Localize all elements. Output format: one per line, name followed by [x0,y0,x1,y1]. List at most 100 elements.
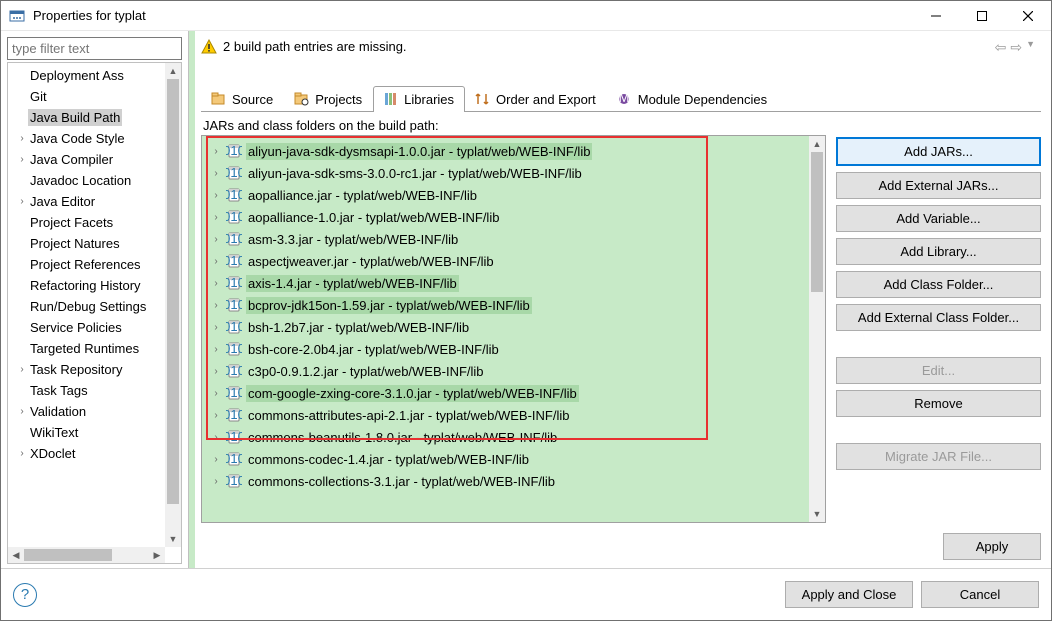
tab-libraries[interactable]: Libraries [373,86,465,112]
jar-item[interactable]: ›010com-google-zxing-core-3.1.0.jar - ty… [204,382,809,404]
maximize-button[interactable] [959,1,1005,31]
tree-item[interactable]: Targeted Runtimes [8,338,165,359]
jar-item[interactable]: ›010bsh-1.2b7.jar - typlat/web/WEB-INF/l… [204,316,809,338]
cancel-button[interactable]: Cancel [921,581,1039,608]
add-class-folder-button[interactable]: Add Class Folder... [836,271,1041,298]
tree-item-label: Project References [28,256,143,273]
nav-dropdown-icon[interactable]: ▼ [1026,39,1035,56]
add-jars-button[interactable]: Add JARs... [836,137,1041,166]
close-button[interactable] [1005,1,1051,31]
svg-text:010: 010 [226,297,242,312]
jar-item[interactable]: ›010commons-codec-1.4.jar - typlat/web/W… [204,448,809,470]
category-tree[interactable]: Deployment AssGitJava Build Path›Java Co… [7,62,182,564]
jar-item[interactable]: ›010commons-collections-3.1.jar - typlat… [204,470,809,492]
expand-icon[interactable]: › [210,168,222,179]
expand-icon[interactable]: › [16,364,28,375]
tree-item[interactable]: Java Build Path [8,107,165,128]
expand-icon[interactable]: › [210,388,222,399]
expand-icon[interactable]: › [210,146,222,157]
expand-icon[interactable]: › [210,432,222,443]
help-icon[interactable]: ? [13,583,37,607]
apply-row: Apply [201,523,1041,560]
tree-item[interactable]: ›Java Compiler [8,149,165,170]
expand-icon[interactable]: › [210,256,222,267]
remove-button[interactable]: Remove [836,390,1041,417]
sidebar-vscrollbar[interactable]: ▲ ▼ [165,63,181,547]
expand-icon[interactable]: › [210,300,222,311]
jar-item[interactable]: ›010asm-3.3.jar - typlat/web/WEB-INF/lib [204,228,809,250]
jar-icon: 010 [226,363,242,379]
jar-item[interactable]: ›010aopalliance.jar - typlat/web/WEB-INF… [204,184,809,206]
jar-list[interactable]: › 010 aliyun-java-sdk-dysmsapi-1.0.0.jar -… [202,136,825,522]
jar-item[interactable]: ›010aopalliance-1.0.jar - typlat/web/WEB… [204,206,809,228]
jar-item[interactable]: ›010aliyun-java-sdk-dysmsapi-1.0.0.jar -… [204,140,809,162]
jar-item[interactable]: ›010aspectjweaver.jar - typlat/web/WEB-I… [204,250,809,272]
nav-back-icon[interactable]: ⇦ [995,39,1007,56]
expand-icon[interactable]: › [16,154,28,165]
jar-item[interactable]: ›010commons-attributes-api-2.1.jar - typ… [204,404,809,426]
expand-icon[interactable]: › [16,196,28,207]
expand-icon[interactable]: › [210,344,222,355]
jar-item[interactable]: ›010axis-1.4.jar - typlat/web/WEB-INF/li… [204,272,809,294]
tree-item[interactable]: Javadoc Location [8,170,165,191]
tree-item[interactable]: Git [8,86,165,107]
expand-icon[interactable]: › [210,322,222,333]
tree-item[interactable]: ›XDoclet [8,443,165,464]
scroll-up-icon[interactable]: ▲ [165,63,181,79]
tree-item[interactable]: ›Validation [8,401,165,422]
list-vscrollbar[interactable]: ▲ ▼ [809,136,825,522]
tree-item[interactable]: Deployment Ass [8,65,165,86]
main-panel: 2 build path entries are missing. ⇦ ⇨ ▼ … [195,31,1051,568]
scroll-down-icon[interactable]: ▼ [165,531,181,547]
jar-item[interactable]: ›010c3p0-0.9.1.2.jar - typlat/web/WEB-IN… [204,360,809,382]
expand-icon[interactable]: › [210,190,222,201]
jar-item[interactable]: ›010aliyun-java-sdk-sms-3.0.0-rc1.jar - … [204,162,809,184]
scroll-up-icon[interactable]: ▲ [809,136,825,152]
expand-icon[interactable]: › [210,410,222,421]
scroll-down-icon[interactable]: ▼ [809,506,825,522]
jar-item[interactable]: ›010bsh-core-2.0b4.jar - typlat/web/WEB-… [204,338,809,360]
tree-item[interactable]: ›Task Repository [8,359,165,380]
tree-item[interactable]: ›Java Code Style [8,128,165,149]
tree-item-label: WikiText [28,424,80,441]
tab-projects[interactable]: Projects [284,86,373,112]
filter-input[interactable] [7,37,182,60]
expand-icon[interactable]: › [16,133,28,144]
tree-item[interactable]: Service Policies [8,317,165,338]
tree-item[interactable]: Refactoring History [8,275,165,296]
expand-icon[interactable]: › [210,476,222,487]
tree-item[interactable]: Project References [8,254,165,275]
minimize-button[interactable] [913,1,959,31]
apply-and-close-button[interactable]: Apply and Close [785,581,913,608]
jar-label: commons-beanutils-1.8.0.jar - typlat/web… [246,429,559,446]
expand-icon[interactable]: › [210,212,222,223]
expand-icon[interactable]: › [16,406,28,417]
apply-button[interactable]: Apply [943,533,1041,560]
add-variable-button[interactable]: Add Variable... [836,205,1041,232]
tree-item[interactable]: Project Facets [8,212,165,233]
tree-item[interactable]: Project Natures [8,233,165,254]
add-library-button[interactable]: Add Library... [836,238,1041,265]
scroll-left-icon[interactable]: ◀ [8,547,24,563]
tab-source[interactable]: Source [201,86,284,112]
add-external-jars-button[interactable]: Add External JARs... [836,172,1041,199]
expand-icon[interactable]: › [210,454,222,465]
svg-text:010: 010 [226,231,242,246]
expand-icon[interactable]: › [210,234,222,245]
expand-icon[interactable]: › [16,448,28,459]
tree-item[interactable]: Run/Debug Settings [8,296,165,317]
nav-forward-icon[interactable]: ⇨ [1010,39,1022,56]
expand-icon[interactable]: › [210,366,222,377]
tab-module-dependencies[interactable]: MModule Dependencies [607,86,778,112]
sidebar-hscrollbar[interactable]: ◀ ▶ [8,547,165,563]
scroll-right-icon[interactable]: ▶ [149,547,165,563]
tree-item[interactable]: Task Tags [8,380,165,401]
jar-item[interactable]: ›010commons-beanutils-1.8.0.jar - typlat… [204,426,809,448]
jar-item[interactable]: ›010bcprov-jdk15on-1.59.jar - typlat/web… [204,294,809,316]
expand-icon[interactable]: › [210,278,222,289]
tree-item[interactable]: ›Java Editor [8,191,165,212]
jar-label: aliyun-java-sdk-dysmsapi-1.0.0.jar - typ… [246,143,592,160]
tree-item[interactable]: WikiText [8,422,165,443]
add-external-class-folder-button[interactable]: Add External Class Folder... [836,304,1041,331]
tab-order-and-export[interactable]: Order and Export [465,86,607,112]
